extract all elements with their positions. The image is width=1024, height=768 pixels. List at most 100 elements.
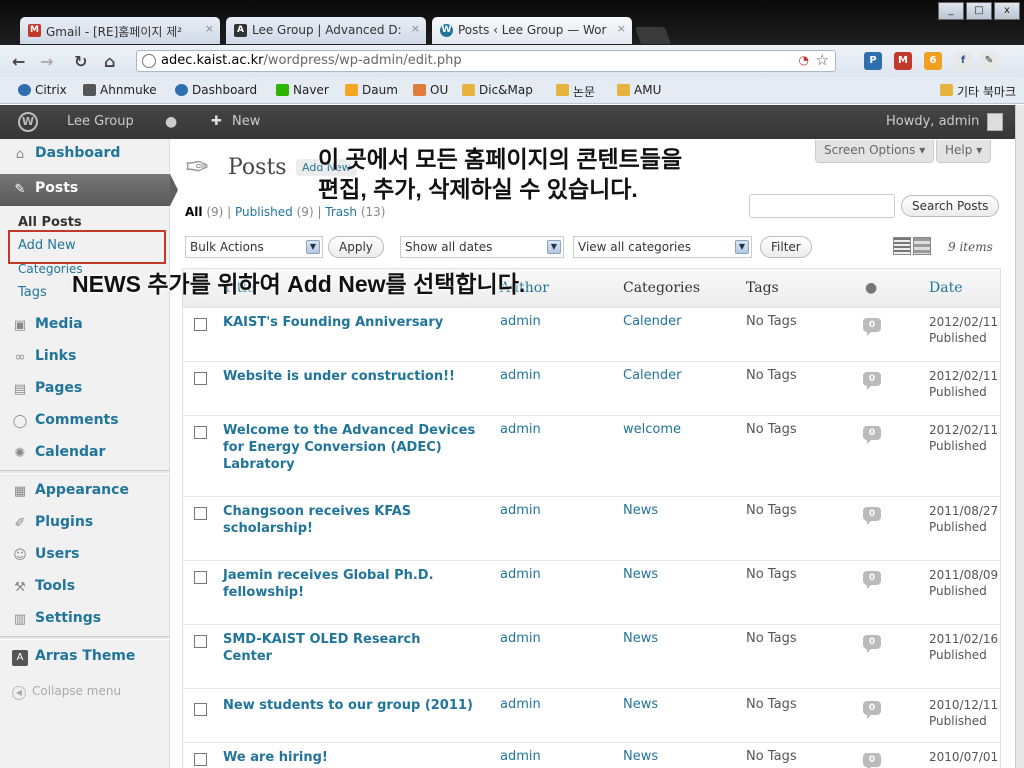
dates-select[interactable]: Show all dates ▼ [400, 236, 564, 258]
reload-icon[interactable]: ↻ [74, 52, 87, 71]
tab-lee-group[interactable]: A Lee Group | Advanced D: × [226, 17, 426, 44]
post-category-link[interactable]: Calender [623, 314, 682, 329]
post-title-link[interactable]: Welcome to the Advanced Devices for Ener… [223, 422, 478, 473]
bookmark-daum[interactable]: Daum [345, 83, 398, 97]
facebook-extension-icon[interactable]: f [954, 52, 972, 70]
screen-options-button[interactable]: Screen Options ▾ [815, 140, 935, 163]
filter-button[interactable]: Filter [760, 236, 812, 258]
bookmark-amu[interactable]: AMU [617, 83, 661, 97]
bookmark-naver[interactable]: Naver [276, 83, 329, 97]
row-checkbox[interactable] [194, 753, 207, 766]
row-checkbox[interactable] [194, 703, 207, 716]
sidebar-item-calendar[interactable]: ✺ Calendar [0, 438, 170, 470]
post-author-link[interactable]: admin [500, 368, 541, 383]
post-title-link[interactable]: Jaemin receives Global Ph.D. fellowship! [223, 567, 463, 601]
comment-count-icon[interactable]: 0 [863, 372, 881, 390]
comment-count-icon[interactable]: 0 [863, 426, 881, 444]
sidebar-item-plugins[interactable]: ✐ Plugins [0, 508, 170, 540]
filter-all[interactable]: All [185, 205, 203, 219]
post-category-link[interactable]: Calender [623, 368, 682, 383]
filter-published[interactable]: Published [235, 205, 293, 219]
bookmark-ahnmuke[interactable]: Ahnmuke [83, 83, 157, 97]
sidebar-item-dashboard[interactable]: ⌂ Dashboard [0, 139, 170, 171]
post-title-link[interactable]: Changsoon receives KFAS scholarship! [223, 503, 453, 537]
sidebar-item-pages[interactable]: ▤ Pages [0, 374, 170, 406]
row-checkbox[interactable] [194, 426, 207, 439]
wordpress-logo-icon[interactable]: W [18, 112, 38, 132]
other-bookmarks[interactable]: 기타 북마크 [940, 83, 1016, 100]
comment-count-icon[interactable]: 0 [863, 701, 881, 719]
post-category-link[interactable]: News [623, 503, 658, 518]
tab-gmail[interactable]: M Gmail - [RE]홈페이지 제² × [20, 17, 220, 44]
close-icon[interactable]: × [205, 22, 214, 35]
filter-trash[interactable]: Trash [325, 205, 357, 219]
page-scrollbar[interactable] [1015, 105, 1024, 768]
post-author-link[interactable]: admin [500, 697, 541, 712]
ipa-extension-icon[interactable]: P [864, 52, 882, 70]
row-checkbox[interactable] [194, 372, 207, 385]
new-tab-button[interactable] [634, 27, 672, 44]
sidebar-item-media[interactable]: ▣ Media [0, 310, 170, 342]
search-input[interactable] [749, 194, 895, 218]
bookmark-dicmap[interactable]: Dic&Map [462, 83, 533, 97]
forward-arrow-icon[interactable]: → [40, 52, 53, 71]
excerpt-view-icon[interactable] [913, 237, 931, 255]
wrench-icon[interactable]: ✎ [980, 52, 998, 70]
post-title-link[interactable]: Website is under construction!! [223, 368, 488, 385]
comments-column-icon[interactable]: ● [865, 280, 877, 296]
post-author-link[interactable]: admin [500, 749, 541, 764]
close-window-button[interactable]: x [994, 2, 1020, 20]
sidebar-item-links[interactable]: ∞ Links [0, 342, 170, 374]
row-checkbox[interactable] [194, 507, 207, 520]
comment-bubble-icon[interactable]: ● [165, 114, 177, 130]
row-checkbox[interactable] [194, 318, 207, 331]
back-arrow-icon[interactable]: ← [12, 52, 25, 71]
home-icon[interactable]: ⌂ [104, 52, 115, 71]
post-category-link[interactable]: News [623, 567, 658, 582]
howdy-link[interactable]: Howdy, admin [886, 114, 979, 129]
bookmark-papers[interactable]: 논문 [556, 83, 595, 100]
bookmark-citrix[interactable]: Citrix [18, 83, 67, 97]
search-posts-button[interactable]: Search Posts [901, 195, 1000, 217]
minimize-button[interactable]: _ [938, 2, 964, 20]
sidebar-item-users[interactable]: ☺ Users [0, 540, 170, 572]
comment-count-icon[interactable]: 0 [863, 507, 881, 525]
post-category-link[interactable]: News [623, 697, 658, 712]
apply-button[interactable]: Apply [328, 236, 384, 258]
post-author-link[interactable]: admin [500, 503, 541, 518]
categories-select[interactable]: View all categories ▼ [573, 236, 752, 258]
comment-count-icon[interactable]: 0 [863, 318, 881, 336]
list-view-icon[interactable] [893, 237, 911, 255]
post-category-link[interactable]: News [623, 631, 658, 646]
comment-count-icon[interactable]: 0 [863, 635, 881, 653]
site-name-link[interactable]: Lee Group [67, 114, 134, 129]
sidebar-item-comments[interactable]: ◯ Comments [0, 406, 170, 438]
sidebar-item-settings[interactable]: ▥ Settings [0, 604, 170, 636]
translate-icon[interactable]: ◔ [799, 53, 809, 67]
post-author-link[interactable]: admin [500, 631, 541, 646]
post-title-link[interactable]: KAIST's Founding Anniversary [223, 314, 488, 331]
new-content-link[interactable]: New [232, 114, 260, 129]
post-title-link[interactable]: New students to our group (2011) [223, 697, 488, 714]
post-author-link[interactable]: admin [500, 567, 541, 582]
notifier-extension-icon[interactable]: 6 [924, 52, 942, 70]
sidebar-item-appearance[interactable]: ▦ Appearance [0, 476, 170, 508]
post-author-link[interactable]: admin [500, 314, 541, 329]
address-bar[interactable]: adec.kaist.ac.kr/wordpress/wp-admin/edit… [136, 50, 836, 72]
maximize-button[interactable]: □ [966, 2, 992, 20]
gmail-extension-icon[interactable]: M [894, 52, 912, 70]
help-button[interactable]: Help ▾ [936, 140, 992, 163]
avatar[interactable] [987, 113, 1003, 131]
comment-count-icon[interactable]: 0 [863, 571, 881, 589]
post-title-link[interactable]: We are hiring! [223, 749, 488, 766]
close-icon[interactable]: × [617, 22, 626, 35]
submenu-all-posts[interactable]: All Posts [0, 215, 170, 230]
sidebar-item-arras-theme[interactable]: A Arras Theme [0, 642, 170, 674]
star-icon[interactable]: ☆ [816, 51, 829, 69]
sidebar-item-tools[interactable]: ⚒ Tools [0, 572, 170, 604]
column-date[interactable]: Date [929, 280, 962, 296]
post-category-link[interactable]: News [623, 749, 658, 764]
close-icon[interactable]: × [411, 22, 420, 35]
collapse-menu[interactable]: ◀ Collapse menu [12, 684, 121, 700]
post-author-link[interactable]: admin [500, 422, 541, 437]
